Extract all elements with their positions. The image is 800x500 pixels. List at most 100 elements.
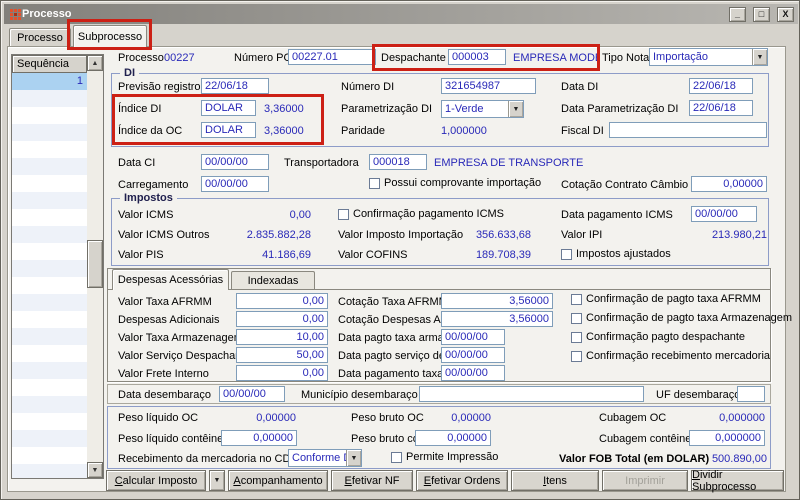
despesas-adicionais-input[interactable]: 0,00: [236, 311, 328, 327]
data-pagto-armazenagem-input[interactable]: 00/00/00: [441, 329, 505, 345]
parametrizacao-di-select[interactable]: 1-Verde: [441, 100, 524, 118]
uf-desembaraco-input[interactable]: [737, 386, 765, 402]
close-button[interactable]: X: [777, 6, 794, 22]
checkbox-icon: [571, 293, 582, 305]
tab-processo[interactable]: Processo: [9, 28, 71, 46]
checkbox-icon: [571, 312, 582, 324]
app-window: Processo _ □ X Processo Subprocesso Sequ…: [0, 0, 800, 500]
valor-frete-interno-input[interactable]: 0,00: [236, 365, 328, 381]
calcular-imposto-dropdown-button[interactable]: [209, 470, 225, 491]
data-pagto-despachante-input[interactable]: 00/00/00: [441, 347, 505, 363]
municipio-desembaraco-input[interactable]: [419, 386, 644, 402]
data-parametrizacao-input[interactable]: 22/06/18: [689, 100, 753, 116]
itens-button[interactable]: Itens: [511, 470, 599, 491]
fiscal-di-input[interactable]: [609, 122, 767, 138]
sequence-grid: Sequência 1: [11, 54, 104, 479]
indice-oc-input[interactable]: DOLAR: [201, 122, 256, 138]
imposto-importacao-value: 356.633,68: [475, 229, 531, 241]
valor-taxa-afrmm-label: Valor Taxa AFRMM: [118, 296, 212, 308]
titlebar: Processo _ □ X: [4, 4, 798, 24]
scroll-up-icon[interactable]: [87, 55, 103, 71]
cotacao-cambio-input[interactable]: 0,00000: [691, 176, 767, 192]
conf-pagto-despachante-label: Confirmação pagto despachante: [586, 331, 745, 343]
uf-desembaraco-label: UF desembaraço: [656, 389, 741, 401]
conf-pagto-afrmm-label: Confirmação de pagto taxa AFRMM: [586, 293, 761, 305]
cubagem-conteiner-label: Cubagem contêiner: [599, 433, 696, 445]
permite-impressao-checkbox[interactable]: Permite Impressão: [391, 451, 498, 463]
conf-pagto-despachante-checkbox[interactable]: Confirmação pagto despachante: [571, 331, 745, 343]
indice-di-rate: 3,36000: [264, 103, 304, 115]
icms-outros-value: 2.835.882,28: [246, 229, 311, 241]
peso-liquido-conteiner-label: Peso líquido contêiner: [118, 433, 227, 445]
chevron-down-icon[interactable]: [508, 101, 523, 117]
indice-di-input[interactable]: DOLAR: [201, 100, 256, 116]
di-group-title: DI: [120, 67, 139, 79]
confirmacao-icms-checkbox[interactable]: Confirmação pagamento ICMS: [338, 208, 504, 220]
sequence-row-selected[interactable]: 1: [12, 73, 87, 90]
carregamento-input[interactable]: 00/00/00: [201, 176, 269, 192]
cubagem-conteiner-input[interactable]: 0,000000: [689, 430, 765, 446]
conf-recebimento-checkbox[interactable]: Confirmação recebimento mercadoria: [571, 350, 770, 362]
numero-po-input[interactable]: 00227.01: [288, 49, 376, 65]
despachante-input[interactable]: 000003: [448, 49, 506, 65]
transportadora-name: EMPRESA DE TRANSPORTE: [434, 157, 584, 169]
peso-liquido-oc-value: 0,00000: [256, 412, 296, 424]
valor-taxa-afrmm-input[interactable]: 0,00: [236, 293, 328, 309]
sequence-list[interactable]: 1: [12, 73, 87, 478]
recebimento-cd-value: Conforme DI: [292, 452, 355, 464]
recebimento-cd-select[interactable]: Conforme DI: [288, 449, 362, 467]
transportadora-label: Transportadora: [284, 157, 359, 169]
valor-cofins-label: Valor COFINS: [338, 249, 408, 261]
impostos-ajustados-checkbox[interactable]: Impostos ajustados: [561, 248, 671, 260]
efetivar-ordens-button[interactable]: Efetivar Ordens: [416, 470, 508, 491]
conf-pagto-afrmm-checkbox[interactable]: Confirmação de pagto taxa AFRMM: [571, 293, 761, 305]
possui-comprovante-checkbox[interactable]: Possui comprovante importação: [369, 177, 541, 189]
valor-taxa-armazenagem-input[interactable]: 10,00: [236, 329, 328, 345]
tab-processo-label: Processo: [17, 31, 63, 44]
tab-despesas-acessorias[interactable]: Despesas Acessórias: [112, 269, 229, 290]
minimize-button[interactable]: _: [729, 6, 746, 22]
dividir-subprocesso-button[interactable]: Dividir Subprocesso: [691, 469, 784, 493]
peso-bruto-conteiner-input[interactable]: 0,00000: [415, 430, 491, 446]
checkbox-icon: [571, 350, 582, 362]
data-ci-input[interactable]: 00/00/00: [201, 154, 269, 170]
scroll-down-icon[interactable]: [87, 462, 103, 478]
valor-pis-value: 41.186,69: [262, 249, 311, 261]
efetivar-nf-button[interactable]: Efetivar NF: [331, 470, 413, 491]
data-desembaraco-input[interactable]: 00/00/00: [219, 386, 285, 402]
tipo-nota-select[interactable]: Importação: [649, 48, 768, 66]
fob-total-value: 500.890,00: [711, 453, 767, 465]
valor-servico-despachante-input[interactable]: 50,00: [236, 347, 328, 363]
footer-button-bar: Calcular Imposto Acompanhamento Efetivar…: [106, 469, 784, 493]
previsao-registro-input[interactable]: 22/06/18: [201, 78, 269, 94]
cotacao-despesas-adicionais-input[interactable]: 3,56000: [441, 311, 553, 327]
indice-di-label: Índice DI: [118, 103, 162, 115]
tab-indexadas[interactable]: Indexadas: [231, 271, 315, 289]
maximize-button[interactable]: □: [753, 6, 770, 22]
data-pagamento-afrmm-input[interactable]: 00/00/00: [441, 365, 505, 381]
confirmacao-icms-label: Confirmação pagamento ICMS: [353, 208, 505, 220]
cotacao-taxa-afrmm-input[interactable]: 3,56000: [441, 293, 553, 309]
valor-pis-label: Valor PIS: [118, 249, 164, 261]
sequence-column-header[interactable]: Sequência: [12, 55, 87, 73]
municipio-desembaraco-label: Município desembaraço: [301, 389, 418, 401]
parametrizacao-di-label: Parametrização DI: [341, 103, 433, 115]
transportadora-input[interactable]: 000018: [369, 154, 427, 170]
scrollbar-thumb[interactable]: [87, 240, 103, 288]
checkbox-icon: [338, 208, 349, 220]
acompanhamento-button[interactable]: Acompanhamento: [228, 470, 328, 491]
data-di-input[interactable]: 22/06/18: [689, 78, 753, 94]
conf-pagto-armazenagem-checkbox[interactable]: Confirmação de pagto taxa Armazenagem: [571, 312, 792, 324]
cubagem-oc-label: Cubagem OC: [599, 412, 667, 424]
calcular-imposto-button[interactable]: Calcular Imposto: [106, 470, 206, 491]
data-pagamento-icms-input[interactable]: 00/00/00: [691, 206, 757, 222]
tab-subprocesso[interactable]: Subprocesso: [73, 25, 147, 47]
recebimento-cd-label: Recebimento da mercadoria no CD: [118, 453, 291, 465]
chevron-down-icon[interactable]: [346, 450, 361, 466]
sequence-scrollbar[interactable]: [87, 55, 103, 478]
conf-recebimento-label: Confirmação recebimento mercadoria: [586, 350, 771, 362]
chevron-down-icon[interactable]: [752, 49, 767, 65]
numero-di-input[interactable]: 321654987: [441, 78, 536, 94]
peso-liquido-conteiner-input[interactable]: 0,00000: [221, 430, 297, 446]
tab-subprocesso-label: Subprocesso: [77, 30, 143, 43]
